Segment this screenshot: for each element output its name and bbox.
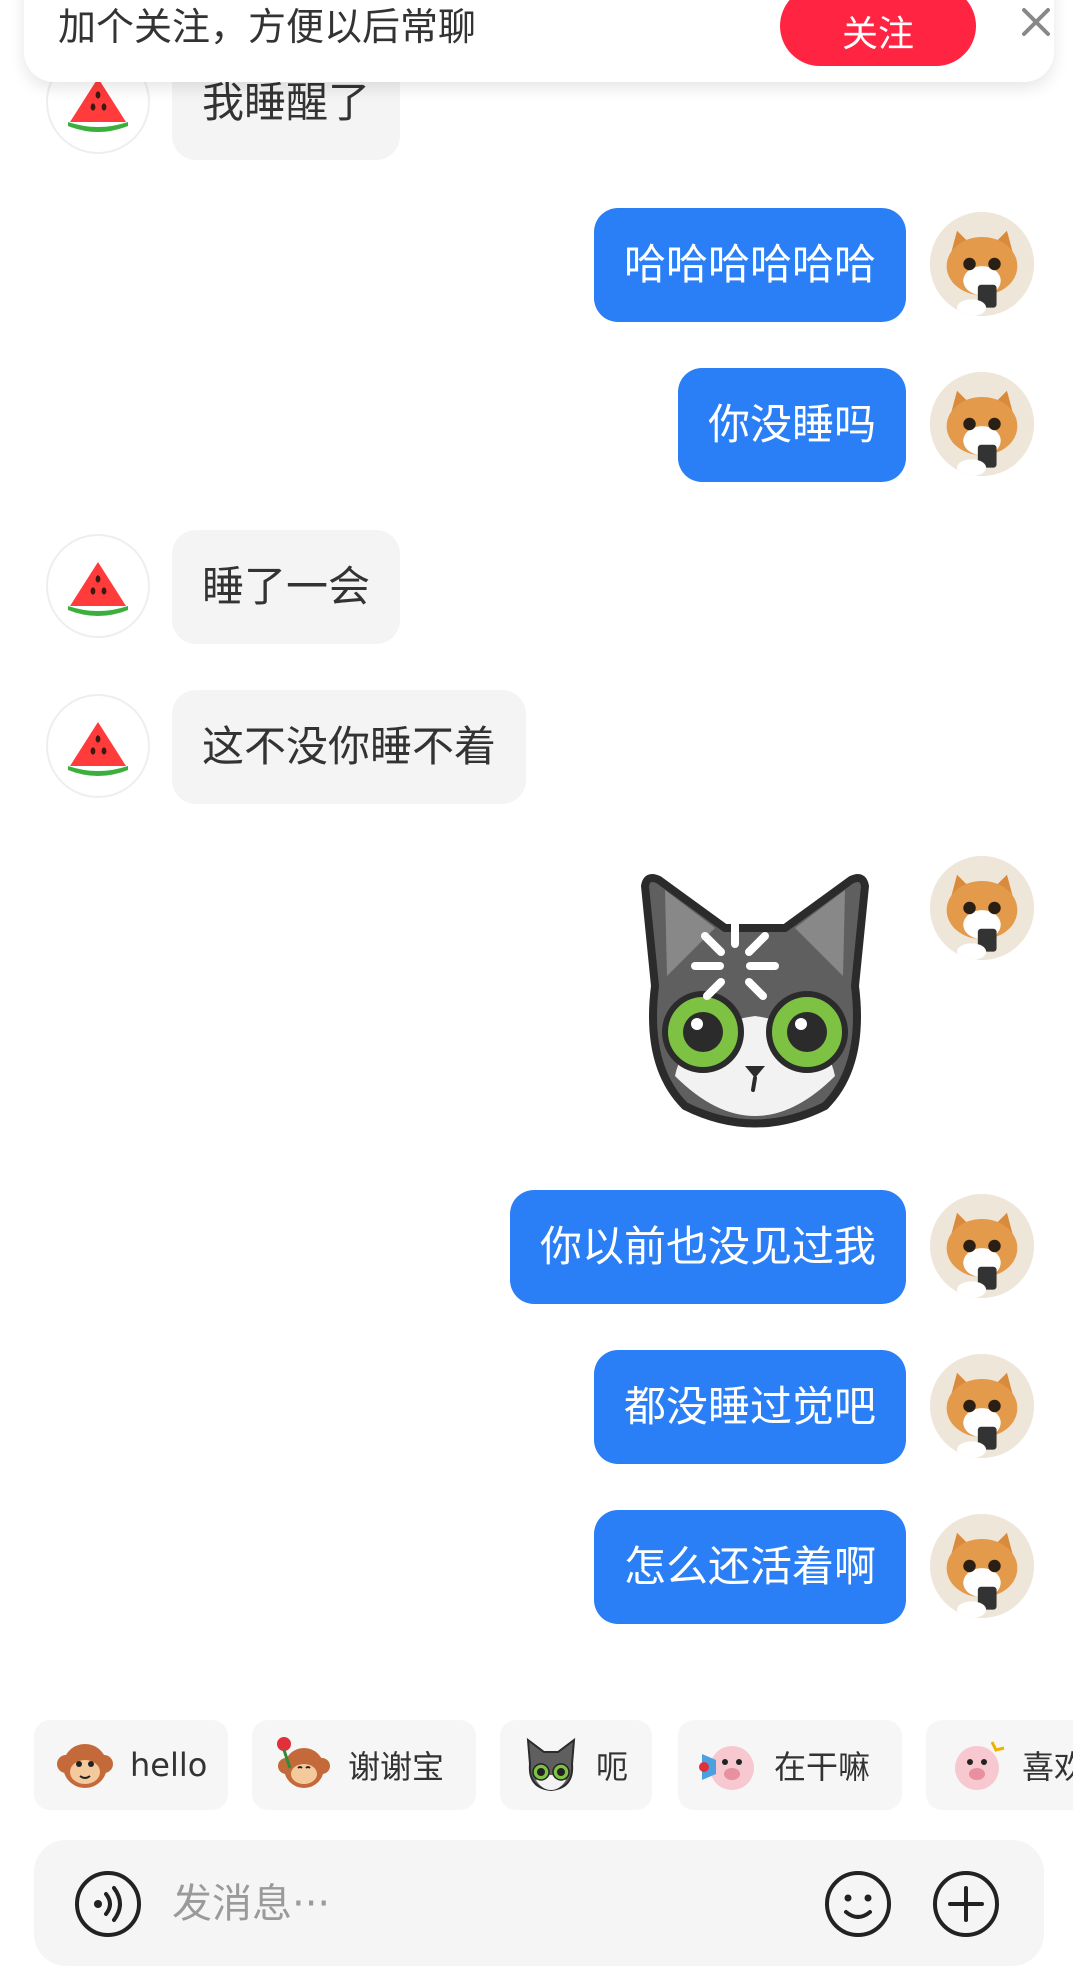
monkey-rose-emoji-icon — [277, 1737, 330, 1788]
quick-emoji-label: 谢谢宝 — [348, 1748, 445, 1786]
quick-emoji-label: 喜欢 — [1022, 1748, 1073, 1786]
contact-avatar[interactable] — [46, 534, 150, 638]
message-bubble-incoming[interactable]: 这不没你睡不着 — [172, 690, 527, 804]
contact-avatar[interactable] — [46, 694, 150, 798]
my-avatar[interactable] — [930, 1514, 1034, 1618]
watermelon-icon — [68, 722, 128, 776]
message-bubble-outgoing[interactable]: 你没睡吗 — [677, 368, 906, 482]
orange-cat-icon — [930, 1514, 1034, 1618]
emoji-icon[interactable] — [824, 1870, 892, 1938]
follow-banner: 加个关注，方便以后常聊 关注 — [24, 0, 1054, 82]
orange-cat-icon — [930, 372, 1034, 476]
message-bubble-outgoing[interactable]: 哈哈哈哈哈哈 — [593, 208, 906, 322]
message-bubble-outgoing[interactable]: 怎么还活着啊 — [593, 1510, 906, 1624]
message-input[interactable] — [170, 1868, 814, 1940]
monkey-emoji-icon — [57, 1744, 113, 1788]
my-avatar[interactable] — [930, 856, 1034, 960]
message-input-bar — [34, 1840, 1044, 1966]
quick-emoji-chip[interactable]: hello — [34, 1720, 228, 1810]
my-avatar[interactable] — [930, 372, 1034, 476]
orange-cat-icon — [930, 1194, 1034, 1298]
quick-emoji-label: 呃 — [596, 1748, 629, 1786]
message-bubble-incoming[interactable]: 睡了一会 — [172, 530, 401, 644]
orange-cat-icon — [930, 212, 1034, 316]
message-bubble-outgoing[interactable]: 你以前也没见过我 — [509, 1190, 906, 1304]
close-icon[interactable] — [1012, 0, 1060, 46]
follow-prompt-text: 加个关注，方便以后常聊 — [58, 5, 477, 49]
shocked-cat-sticker[interactable] — [625, 866, 885, 1136]
my-avatar[interactable] — [930, 1194, 1034, 1298]
cat-emoji-icon — [526, 1737, 576, 1792]
quick-emoji-bar: hello 谢谢宝 呃 在干嘛 喜欢 — [0, 1720, 1073, 1812]
orange-cat-icon — [930, 856, 1034, 960]
quick-emoji-chip[interactable]: 呃 — [500, 1720, 652, 1810]
quick-emoji-chip[interactable]: 在干嘛 — [678, 1720, 902, 1810]
quick-emoji-chip[interactable]: 谢谢宝 — [252, 1720, 476, 1810]
pig-cheer-emoji-icon — [955, 1741, 1005, 1790]
orange-cat-icon — [930, 1354, 1034, 1458]
follow-button[interactable]: 关注 — [780, 0, 976, 66]
my-avatar[interactable] — [930, 212, 1034, 316]
quick-emoji-label: 在干嘛 — [774, 1748, 871, 1786]
quick-emoji-label: hello — [130, 1746, 208, 1784]
plus-icon[interactable] — [932, 1870, 1000, 1938]
pig-loudspeaker-emoji-icon — [699, 1746, 754, 1790]
my-avatar[interactable] — [930, 1354, 1034, 1458]
quick-emoji-chip[interactable]: 喜欢 — [926, 1720, 1073, 1810]
watermelon-icon — [68, 562, 128, 616]
voice-icon[interactable] — [74, 1870, 142, 1938]
message-bubble-outgoing[interactable]: 都没睡过觉吧 — [593, 1350, 906, 1464]
